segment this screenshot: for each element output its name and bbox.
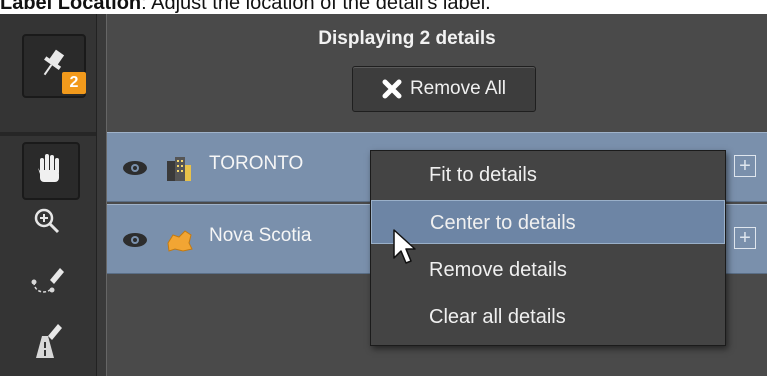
details-count-badge: 2 (62, 72, 86, 94)
left-toolbar: 2 (0, 14, 107, 376)
caption: Label Location: Adjust the location of t… (0, 0, 767, 15)
menu-item-remove-details[interactable]: Remove details (371, 248, 725, 292)
remove-all-label: Remove All (409, 78, 507, 99)
row-label: Nova Scotia (209, 225, 312, 246)
hand-icon (38, 154, 59, 182)
panel-title: Displaying 2 details (318, 28, 496, 49)
remove-x-icon (382, 79, 402, 99)
pen-road-icon[interactable] (28, 320, 68, 360)
menu-item-clear-all-details[interactable]: Clear all details (371, 295, 725, 339)
region-icon (167, 230, 193, 252)
zoom-in-icon[interactable] (32, 206, 62, 236)
context-menu: Fit to details Center to details Remove … (370, 150, 726, 346)
row-label: TORONTO (209, 153, 304, 174)
caption-bold: Label Location (0, 0, 142, 14)
eye-icon[interactable] (121, 231, 149, 249)
toolbar-separator (0, 132, 96, 136)
remove-all-button[interactable]: Remove All (352, 66, 536, 112)
menu-item-fit-to-details[interactable]: Fit to details (371, 153, 725, 197)
mouse-cursor-icon (393, 229, 416, 264)
caption-text: : Adjust the location of the detail's la… (141, 0, 491, 14)
eye-icon[interactable] (121, 159, 149, 177)
menu-item-center-to-details[interactable]: Center to details (371, 200, 725, 244)
details-button[interactable]: 2 (22, 34, 86, 98)
expand-plus-icon[interactable]: + (734, 227, 756, 249)
pan-button[interactable] (22, 142, 80, 200)
pen-path-icon[interactable] (28, 260, 68, 300)
expand-plus-icon[interactable]: + (734, 155, 756, 177)
city-icon (167, 157, 191, 181)
